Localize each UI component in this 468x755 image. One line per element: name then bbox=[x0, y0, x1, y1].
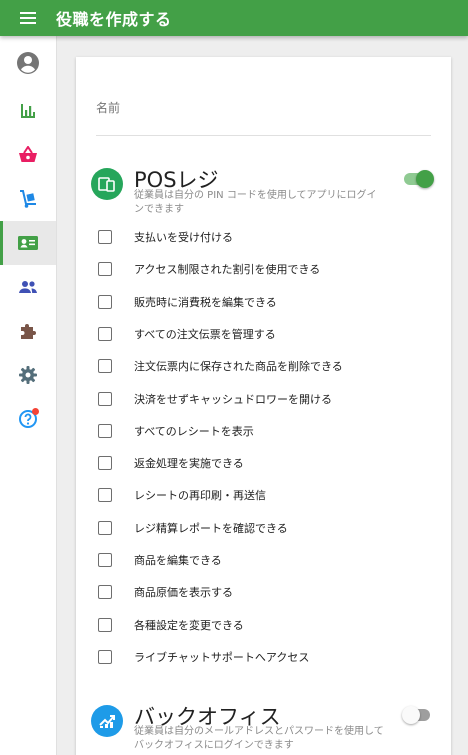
permission-row[interactable]: 返金処理を実施できる bbox=[98, 454, 244, 472]
account-circle-icon bbox=[17, 51, 39, 74]
people-icon bbox=[19, 281, 37, 293]
permission-label: レシートの再印刷・再送信 bbox=[134, 489, 266, 503]
sidebar-item-sales[interactable] bbox=[0, 133, 56, 177]
permission-label: 商品を編集できる bbox=[134, 554, 222, 567]
permission-checkbox[interactable] bbox=[98, 456, 112, 471]
permission-checkbox[interactable] bbox=[98, 649, 112, 664]
permission-row[interactable]: すべてのレシートを表示 bbox=[98, 422, 254, 440]
pos-toggle[interactable] bbox=[402, 169, 434, 189]
shopping-basket-icon bbox=[19, 146, 37, 162]
page-title: 役職を作成する bbox=[56, 10, 172, 29]
permission-label: 返金処理を実施できる bbox=[134, 457, 244, 471]
permission-label: レジ精算レポートを確認できる bbox=[134, 521, 288, 535]
permission-checkbox[interactable] bbox=[98, 488, 112, 503]
sidebar-item-integrations[interactable] bbox=[0, 309, 56, 353]
name-field-label[interactable]: 名前 bbox=[96, 99, 120, 116]
permission-checkbox[interactable] bbox=[98, 294, 112, 309]
sidebar-item-employees[interactable] bbox=[0, 221, 56, 265]
role-form-card: 名前 POSレジ 従業員は自分の PIN コードを使用してアプリにログインできま… bbox=[76, 57, 451, 755]
name-input-underline[interactable] bbox=[96, 135, 431, 136]
permission-row[interactable]: すべての注文伝票を管理する bbox=[98, 325, 276, 343]
gear-icon bbox=[19, 366, 37, 384]
permission-row[interactable]: 商品を編集できる bbox=[98, 551, 222, 569]
permission-row[interactable]: アクセス制限された割引を使用できる bbox=[98, 260, 320, 278]
permission-label: アクセス制限された割引を使用できる bbox=[134, 263, 321, 277]
permission-checkbox[interactable] bbox=[98, 359, 112, 374]
permission-checkbox[interactable] bbox=[98, 585, 112, 600]
permission-row[interactable]: 注文伝票内に保存された商品を削除できる bbox=[98, 357, 343, 375]
sidebar-item-help[interactable] bbox=[0, 397, 56, 441]
permission-checkbox[interactable] bbox=[98, 423, 112, 438]
permission-checkbox[interactable] bbox=[98, 520, 112, 535]
permission-label: 支払いを受け付ける bbox=[134, 231, 233, 244]
permission-label: すべての注文伝票を管理する bbox=[134, 327, 276, 341]
permission-checkbox[interactable] bbox=[98, 262, 112, 277]
permission-label: すべてのレシートを表示 bbox=[134, 424, 254, 438]
backoffice-section-description: 従業員は自分のメールアドレスとパスワードを使用してバックオフィスにログインできま… bbox=[134, 726, 384, 751]
permission-label: 決済をせずキャッシュドロワーを開ける bbox=[134, 392, 332, 406]
permission-row[interactable]: レシートの再印刷・再送信 bbox=[98, 486, 266, 504]
permission-row[interactable]: 販売時に消費税を編集できる bbox=[98, 293, 277, 311]
permission-label: 販売時に消費税を編集できる bbox=[134, 295, 277, 309]
bar-chart-icon bbox=[21, 104, 35, 118]
sidebar bbox=[0, 36, 57, 755]
pos-devices-icon bbox=[91, 168, 123, 200]
permission-checkbox[interactable] bbox=[98, 553, 112, 567]
permission-checkbox[interactable] bbox=[98, 391, 112, 406]
backoffice-chart-icon bbox=[91, 705, 123, 737]
hamburger-menu-icon[interactable] bbox=[0, 0, 56, 36]
permission-checkbox[interactable] bbox=[98, 230, 112, 244]
permission-row[interactable]: 支払いを受け付ける bbox=[98, 228, 233, 246]
permission-row[interactable]: 決済をせずキャッシュドロワーを開ける bbox=[98, 390, 332, 408]
permission-row[interactable]: レジ精算レポートを確認できる bbox=[98, 519, 288, 537]
permission-row[interactable]: 商品原価を表示する bbox=[98, 583, 233, 601]
permission-checkbox[interactable] bbox=[98, 326, 112, 341]
permission-label: 注文伝票内に保存された商品を削除できる bbox=[134, 360, 343, 374]
permission-label: ライブチャットサポートへアクセス bbox=[134, 650, 310, 664]
permission-row[interactable]: ライブチャットサポートへアクセス bbox=[98, 648, 309, 666]
permission-label: 各種設定を変更できる bbox=[134, 618, 244, 632]
sidebar-item-account[interactable] bbox=[0, 36, 56, 89]
notification-dot bbox=[32, 408, 39, 415]
sidebar-item-reports[interactable] bbox=[0, 89, 56, 133]
permission-label: 商品原価を表示する bbox=[134, 586, 233, 600]
permission-row[interactable]: 各種設定を変更できる bbox=[98, 616, 244, 634]
pos-section-description: 従業員は自分の PIN コードを使用してアプリにログインできます bbox=[134, 190, 377, 215]
sidebar-item-customers[interactable] bbox=[0, 265, 56, 309]
app-bar: 役職を作成する bbox=[0, 0, 468, 36]
puzzle-piece-icon bbox=[21, 324, 36, 339]
backoffice-toggle[interactable] bbox=[402, 705, 434, 725]
sidebar-item-items[interactable] bbox=[0, 177, 56, 221]
permission-checkbox[interactable] bbox=[98, 617, 112, 632]
hand-truck-icon bbox=[20, 190, 36, 208]
sidebar-item-settings[interactable] bbox=[0, 353, 56, 397]
badge-card-icon bbox=[18, 236, 38, 250]
